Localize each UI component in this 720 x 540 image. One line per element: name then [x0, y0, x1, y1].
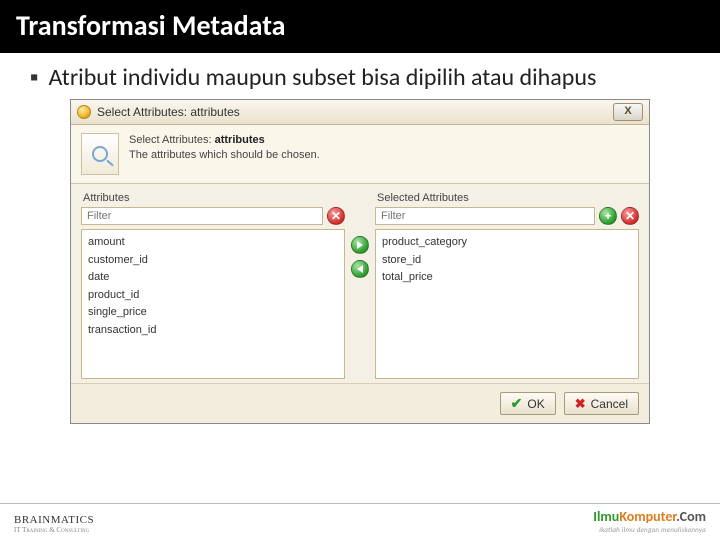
ilmukomputer-tagline: Ikatlah ilmu dengan menuliskannya [593, 525, 706, 534]
cancel-button[interactable]: ✖ Cancel [564, 392, 639, 415]
description-heading: Select Attributes: Select Attributes: at… [129, 133, 320, 148]
footer-right-brand: IlmuKomputer.Com Ikatlah ilmu dengan men… [593, 508, 706, 534]
list-item[interactable]: transaction_id [88, 322, 338, 340]
magnifier-icon [92, 146, 108, 162]
dialog-button-bar: ✔ OK ✖ Cancel [71, 383, 649, 423]
list-item[interactable]: store_id [382, 252, 632, 270]
check-icon: ✔ [511, 395, 523, 412]
cancel-x-icon: ✖ [575, 396, 586, 412]
list-item[interactable]: product_category [382, 234, 632, 252]
brainmatics-logo-text: BRAINMATICS [14, 514, 94, 526]
available-label: Attributes [83, 192, 345, 204]
footer-left-brand: BRAINMATICS IT Training & Consulting [14, 514, 94, 534]
dialog-container: Select Attributes: attributes X Select A… [0, 99, 720, 424]
transfer-columns: Attributes ✕ amountcustomer_iddateproduc… [71, 184, 649, 383]
selected-label: Selected Attributes [377, 192, 639, 204]
brainmatics-tagline: IT Training & Consulting [14, 526, 94, 534]
bullet-marker: ▪ [30, 63, 39, 93]
list-item[interactable]: customer_id [88, 252, 338, 270]
move-right-button[interactable] [351, 236, 369, 254]
clear-available-filter-button[interactable]: ✕ [327, 207, 345, 225]
list-item[interactable]: total_price [382, 269, 632, 287]
list-item[interactable]: single_price [88, 304, 338, 322]
cancel-button-label: Cancel [591, 397, 628, 411]
add-selected-button[interactable]: + [599, 207, 617, 225]
bullet-area: ▪ Atribut individu maupun subset bisa di… [0, 53, 720, 99]
app-ball-icon [77, 105, 91, 119]
ilmukomputer-logo: IlmuKomputer.Com [593, 508, 706, 525]
dialog-title-text: Select Attributes: attributes [97, 105, 607, 119]
select-attributes-dialog: Select Attributes: attributes X Select A… [70, 99, 650, 424]
bullet-item: ▪ Atribut individu maupun subset bisa di… [30, 63, 690, 93]
close-button[interactable]: X [613, 103, 643, 121]
transfer-controls [345, 236, 375, 278]
selected-pane: Selected Attributes + ✕ product_category… [375, 190, 639, 379]
arrow-right-icon [355, 240, 365, 250]
plus-icon: + [604, 210, 611, 222]
slide-title-bar: Transformasi Metadata [0, 0, 720, 53]
selected-filter-input[interactable] [375, 207, 595, 225]
available-listbox[interactable]: amountcustomer_iddateproduct_idsingle_pr… [81, 229, 345, 379]
slide-title: Transformasi Metadata [16, 8, 285, 43]
list-item[interactable]: date [88, 269, 338, 287]
available-filter-row: ✕ [81, 207, 345, 225]
selected-filter-row: + ✕ [375, 207, 639, 225]
available-filter-input[interactable] [81, 207, 323, 225]
move-left-button[interactable] [351, 260, 369, 278]
list-item[interactable]: amount [88, 234, 338, 252]
list-item[interactable]: product_id [88, 287, 338, 305]
description-body: The attributes which should be chosen. [129, 148, 320, 163]
ok-button[interactable]: ✔ OK [500, 392, 556, 415]
ok-button-label: OK [527, 397, 544, 411]
description-icon [81, 133, 119, 175]
selected-listbox[interactable]: product_categorystore_idtotal_price [375, 229, 639, 379]
description-text-block: Select Attributes: Select Attributes: at… [129, 133, 320, 163]
dialog-titlebar: Select Attributes: attributes X [71, 100, 649, 125]
clear-selected-filter-button[interactable]: ✕ [621, 207, 639, 225]
available-pane: Attributes ✕ amountcustomer_iddateproduc… [81, 190, 345, 379]
bullet-text: Atribut individu maupun subset bisa dipi… [49, 63, 597, 93]
arrow-left-icon [355, 264, 365, 274]
x-icon: ✕ [625, 210, 635, 222]
slide-footer: BRAINMATICS IT Training & Consulting Ilm… [0, 503, 720, 540]
dialog-description-bar: Select Attributes: Select Attributes: at… [71, 125, 649, 184]
x-icon: ✕ [331, 210, 341, 222]
